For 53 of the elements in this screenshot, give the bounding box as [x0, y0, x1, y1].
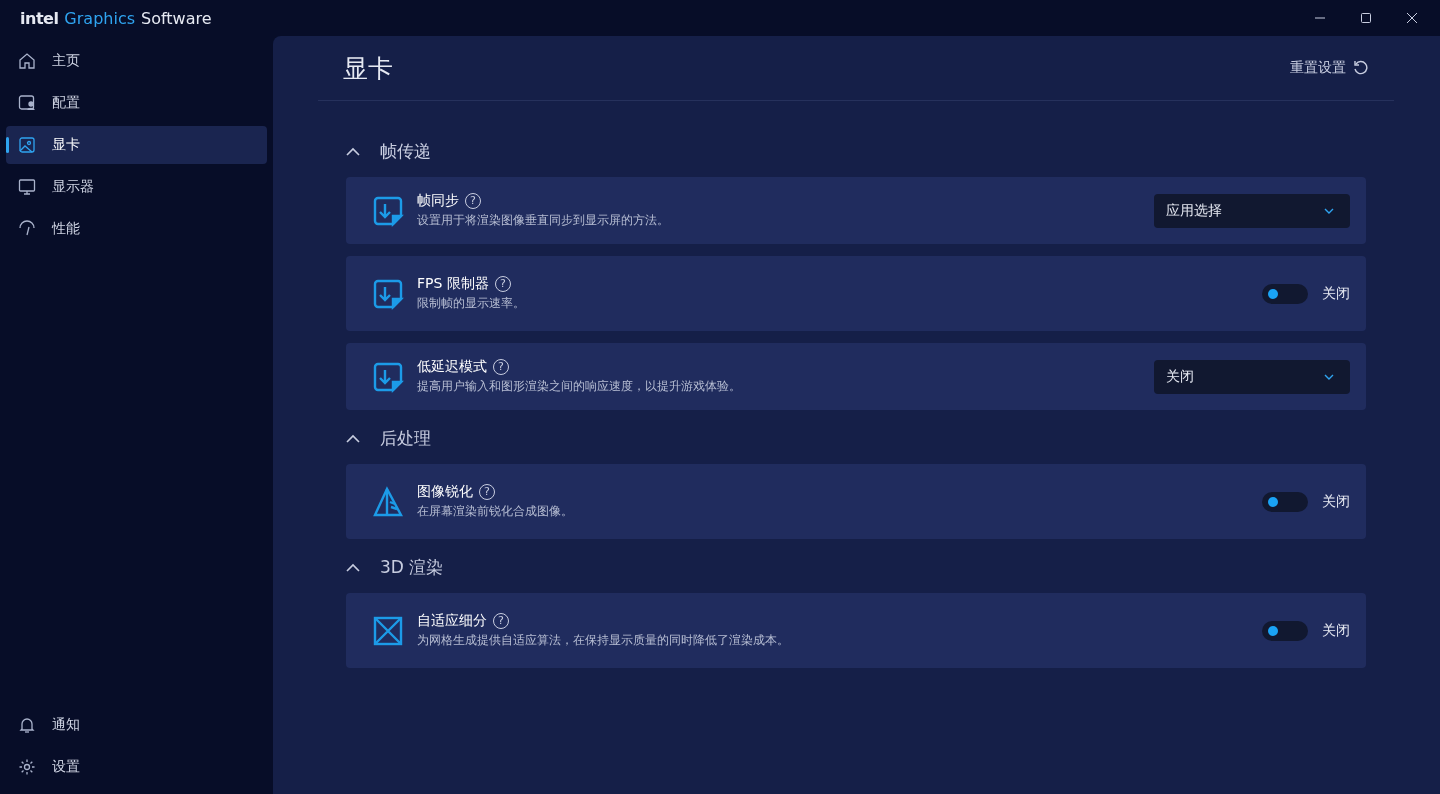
sidebar-item[interactable]: 显卡 [6, 126, 267, 164]
pyramid-icon [372, 485, 404, 518]
setting-title: 低延迟模式 [417, 358, 487, 376]
close-icon[interactable] [1406, 12, 1418, 24]
settings-icon [18, 758, 36, 776]
toggle-label: 关闭 [1322, 492, 1350, 511]
chevron-down-icon [1324, 207, 1334, 214]
sidebar-item[interactable]: 设置 [6, 748, 267, 786]
home-icon [18, 52, 36, 70]
dropdown[interactable]: 应用选择 [1154, 193, 1350, 228]
mesh-icon [372, 614, 404, 647]
toggle-switch[interactable] [1262, 620, 1308, 641]
setting-description: 限制帧的显示速率。 [417, 295, 526, 312]
reset-icon [1352, 60, 1368, 76]
section-header[interactable]: 帧传递 [346, 139, 1366, 163]
brand-logo-text: intel [20, 8, 59, 28]
toggle-label: 关闭 [1322, 621, 1350, 640]
page-title: 显卡 [343, 52, 393, 85]
chevron-down-icon [1324, 373, 1334, 380]
toggle-label: 关闭 [1322, 284, 1350, 303]
app-title: Software [141, 8, 212, 28]
sidebar-item[interactable]: 性能 [6, 210, 267, 248]
maximize-icon[interactable] [1360, 12, 1372, 24]
sidebar-item[interactable]: 通知 [6, 706, 267, 744]
monitor-icon [18, 178, 36, 196]
setting-title: 自适应细分 [417, 612, 487, 630]
download-frame-icon [372, 360, 404, 393]
setting-description: 提高用户输入和图形渲染之间的响应速度，以提升游戏体验。 [417, 378, 742, 395]
download-frame-icon [372, 277, 404, 310]
image-icon [18, 136, 36, 154]
sidebar-item[interactable]: 显示器 [6, 168, 267, 206]
chevron-icon [346, 146, 360, 156]
profile-icon [18, 94, 36, 112]
download-frame-icon [372, 194, 404, 227]
chevron-icon [346, 433, 360, 443]
dropdown[interactable]: 关闭 [1154, 359, 1350, 394]
sidebar-item[interactable]: 主页 [6, 42, 267, 80]
bell-icon [18, 716, 36, 734]
section-header[interactable]: 3D 渲染 [346, 555, 1366, 579]
reset-settings-button[interactable]: 重置设置 [1290, 55, 1368, 81]
gauge-icon [18, 220, 36, 238]
setting-title: FPS 限制器 [417, 275, 489, 293]
setting-description: 在屏幕渲染前锐化合成图像。 [417, 503, 574, 520]
setting-title: 帧同步 [417, 192, 459, 210]
setting-description: 设置用于将渲染图像垂直同步到显示屏的方法。 [417, 212, 670, 229]
section-header[interactable]: 后处理 [346, 426, 1366, 450]
toggle-switch[interactable] [1262, 283, 1308, 304]
app-title-accent: Graphics [64, 8, 135, 28]
sidebar-item[interactable]: 配置 [6, 84, 267, 122]
toggle-switch[interactable] [1262, 491, 1308, 512]
chevron-icon [346, 562, 360, 572]
setting-title: 图像锐化 [417, 483, 473, 501]
setting-description: 为网格生成提供自适应算法，在保持显示质量的同时降低了渲染成本。 [417, 632, 790, 649]
